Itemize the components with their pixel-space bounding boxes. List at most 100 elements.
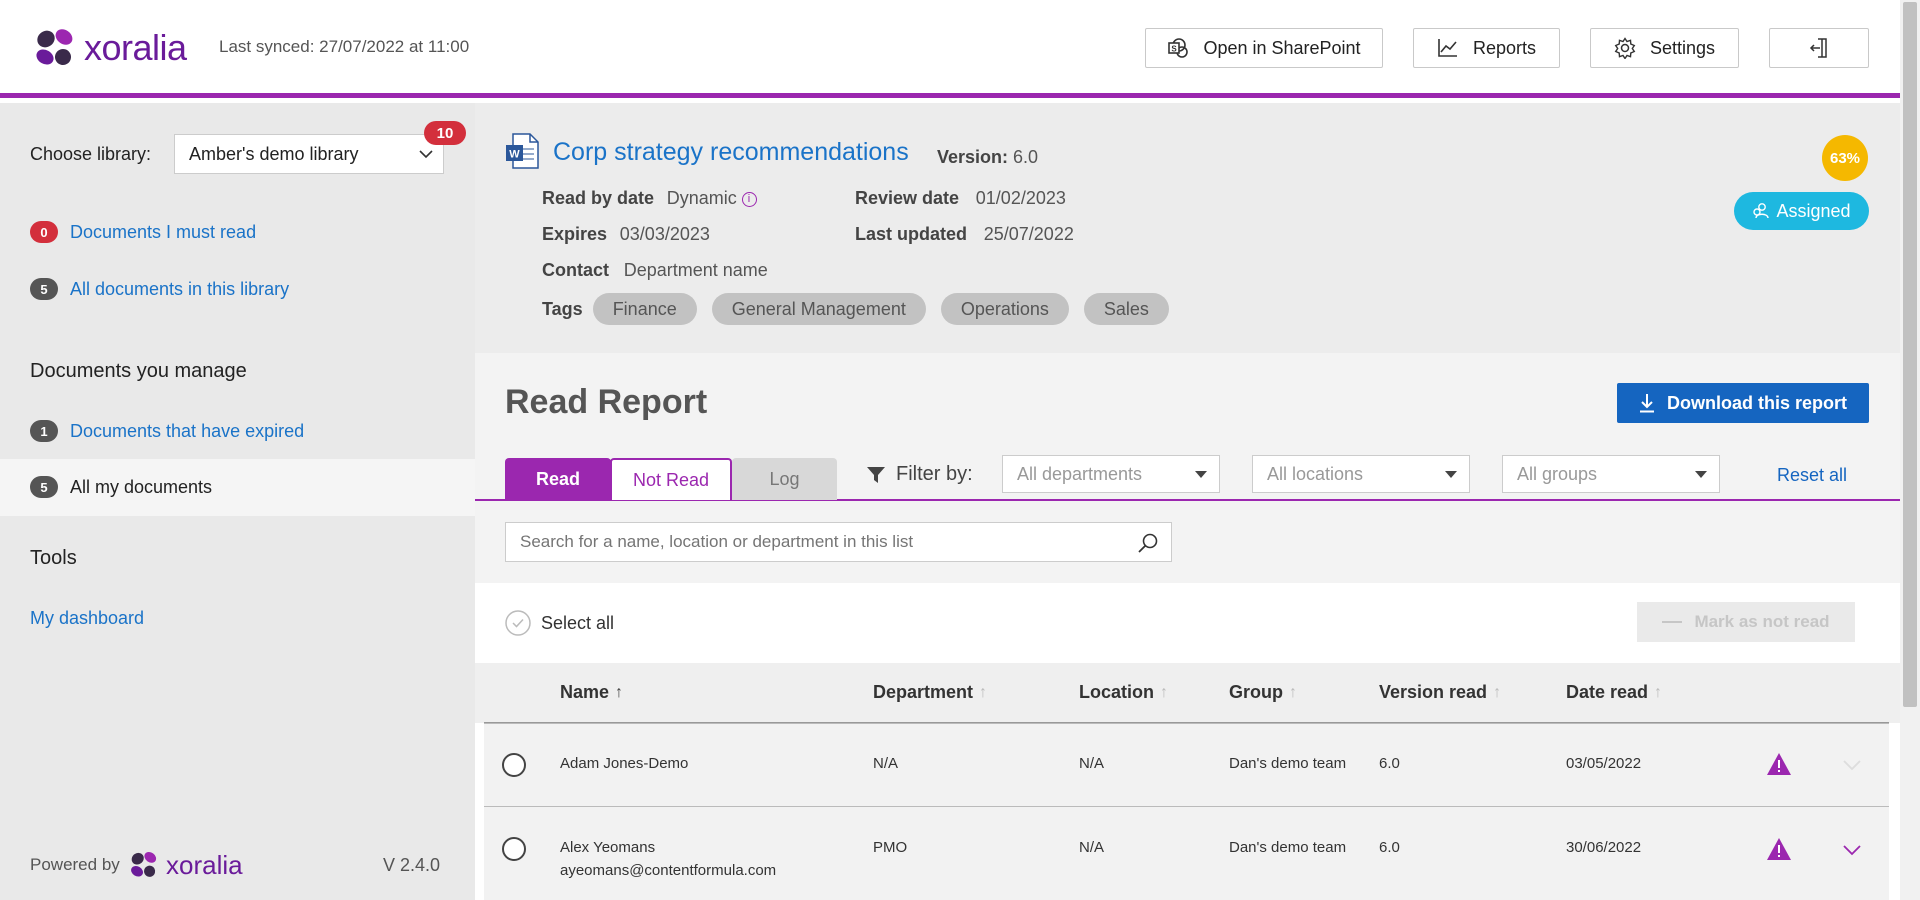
sort-up-icon: ↑ — [979, 683, 988, 701]
column-label: Department — [873, 682, 974, 702]
choose-library-label: Choose library: — [30, 144, 152, 164]
settings-label: Settings — [1649, 37, 1716, 58]
app-header: xoralia Last synced: 27/07/2022 at 11:00… — [0, 0, 1900, 98]
reports-button[interactable]: Reports — [1413, 28, 1560, 68]
assigned-status-badge[interactable]: Assigned — [1734, 192, 1869, 230]
contact-value: Department name — [623, 260, 768, 280]
sort-up-icon: ↑ — [1493, 683, 1502, 701]
read-report-title: Read Report — [505, 383, 708, 421]
reset-all-link[interactable]: Reset all — [1777, 465, 1847, 486]
tag-chip[interactable]: General Management — [711, 293, 926, 325]
column-label: Location — [1079, 682, 1154, 702]
must-read-count-badge: 0 — [30, 221, 58, 243]
search-field[interactable] — [505, 522, 1172, 562]
library-notification-badge: 10 — [424, 121, 466, 145]
expired-documents-link[interactable]: 1 Documents that have expired — [30, 420, 304, 442]
column-header-name[interactable]: Name ↑ — [560, 682, 623, 703]
download-report-button[interactable]: Download this report — [1617, 383, 1869, 423]
review-label: Review date — [855, 188, 960, 208]
mark-not-read-button[interactable]: Mark as not read — [1637, 602, 1855, 642]
document-contact: Contact Department name — [542, 260, 768, 281]
documents-must-read-link[interactable]: 0 Documents I must read — [30, 221, 256, 243]
group-filter-select[interactable]: All groups — [1502, 455, 1720, 493]
all-library-documents-link[interactable]: 5 All documents in this library — [30, 278, 289, 300]
settings-button[interactable]: Settings — [1590, 28, 1739, 68]
column-header-date-read[interactable]: Date read ↑ — [1566, 682, 1662, 703]
column-header-department[interactable]: Department ↑ — [873, 682, 987, 703]
minus-icon — [1662, 621, 1683, 623]
document-title[interactable]: Corp strategy recommendations — [553, 138, 909, 167]
all-my-documents-item[interactable]: 5 All my documents — [0, 459, 475, 516]
column-label: Date read — [1566, 682, 1649, 702]
location-filter-value: All locations — [1267, 463, 1364, 484]
app-version: V 2.4.0 — [383, 855, 441, 875]
column-header-location[interactable]: Location ↑ — [1079, 682, 1168, 703]
gear-icon — [1614, 37, 1636, 59]
review-date: Review date 01/02/2023 — [855, 188, 1066, 209]
tab-read[interactable]: Read — [505, 458, 611, 500]
row-date: 30/06/2022 — [1566, 839, 1642, 856]
contact-label: Contact — [542, 260, 609, 280]
read-percentage-badge: 63% — [1822, 135, 1868, 181]
select-all-checkbox[interactable]: Select all — [505, 610, 614, 636]
sidebar: Choose library: Amber's demo library 1 0 … — [0, 103, 475, 900]
row-select-radio[interactable] — [502, 753, 526, 777]
tag-chip[interactable]: Finance — [592, 293, 697, 325]
filter-by-label: Filter by: — [896, 463, 973, 485]
download-label: Download this report — [1667, 392, 1847, 413]
library-docs-label: All documents in this library — [70, 278, 290, 299]
row-select-radio[interactable] — [502, 837, 526, 861]
sort-up-icon: ↑ — [1654, 683, 1663, 701]
tag-chip[interactable]: Sales — [1083, 293, 1169, 325]
document-version: Version: 6.0 — [937, 147, 1038, 168]
powered-by-label: Powered by — [30, 855, 120, 874]
tab-not-read[interactable]: Not Read — [610, 458, 732, 500]
scrollbar-thumb[interactable] — [1903, 2, 1917, 707]
open-sharepoint-label: Open in SharePoint — [1203, 37, 1361, 58]
column-header-group[interactable]: Group ↑ — [1229, 682, 1297, 703]
table-row[interactable]: Adam Jones-Demo N/A N/A Dan's demo team … — [484, 723, 1889, 806]
sort-up-icon: ↑ — [1160, 683, 1168, 701]
word-document-icon: W — [506, 133, 539, 169]
chevron-down-icon[interactable] — [1842, 759, 1862, 771]
last-updated-date: Last updated 25/07/2022 — [855, 224, 1074, 245]
version-label: Version: — [937, 147, 1009, 167]
review-value: 01/02/2023 — [975, 188, 1066, 208]
row-date: 03/05/2022 — [1566, 755, 1642, 772]
read-by-date: Read by date Dynamic i — [542, 188, 757, 209]
xoralia-logo-icon — [131, 851, 157, 877]
search-icon[interactable] — [1137, 532, 1159, 554]
caret-down-icon — [1445, 471, 1457, 478]
tag-chip[interactable]: Operations — [940, 293, 1069, 325]
row-version: 6.0 — [1379, 839, 1400, 856]
table-row[interactable]: Alex Yeomans ayeomans@contentformula.com… — [484, 806, 1889, 900]
info-icon[interactable]: i — [741, 192, 757, 207]
sign-out-icon — [1809, 38, 1827, 58]
xoralia-logo[interactable]: xoralia — [32, 26, 187, 70]
sign-out-button[interactable] — [1769, 28, 1869, 68]
my-docs-label: All my documents — [70, 476, 213, 497]
tools-heading: Tools — [30, 547, 77, 569]
page-scrollbar[interactable] — [1900, 0, 1920, 900]
group-filter-value: All groups — [1517, 463, 1598, 484]
my-dashboard-link[interactable]: My dashboard — [30, 608, 144, 629]
my-docs-count-badge: 5 — [30, 476, 58, 498]
expired-count-badge: 1 — [30, 420, 58, 442]
chevron-down-icon[interactable] — [1842, 844, 1862, 856]
warning-icon[interactable] — [1766, 837, 1792, 861]
reports-label: Reports — [1472, 37, 1537, 58]
last-synced-text: Last synced: 27/07/2022 at 11:00 — [219, 37, 470, 56]
department-filter-select[interactable]: All departments — [1002, 455, 1220, 493]
must-read-label: Documents I must read — [70, 221, 257, 242]
row-name: Alex Yeomans — [560, 839, 656, 856]
location-filter-select[interactable]: All locations — [1252, 455, 1470, 493]
column-header-version-read[interactable]: Version read ↑ — [1379, 682, 1501, 703]
tab-log[interactable]: Log — [732, 458, 837, 500]
row-email: ayeomans@contentformula.com — [560, 862, 777, 879]
warning-icon[interactable] — [1766, 752, 1792, 776]
search-input[interactable] — [520, 532, 1120, 552]
document-info-panel: W Corp strategy recommendations Version:… — [475, 103, 1900, 353]
open-sharepoint-button[interactable]: S Open in SharePoint — [1145, 28, 1383, 68]
caret-down-icon — [1195, 471, 1207, 478]
library-select[interactable]: Amber's demo library — [174, 134, 444, 174]
